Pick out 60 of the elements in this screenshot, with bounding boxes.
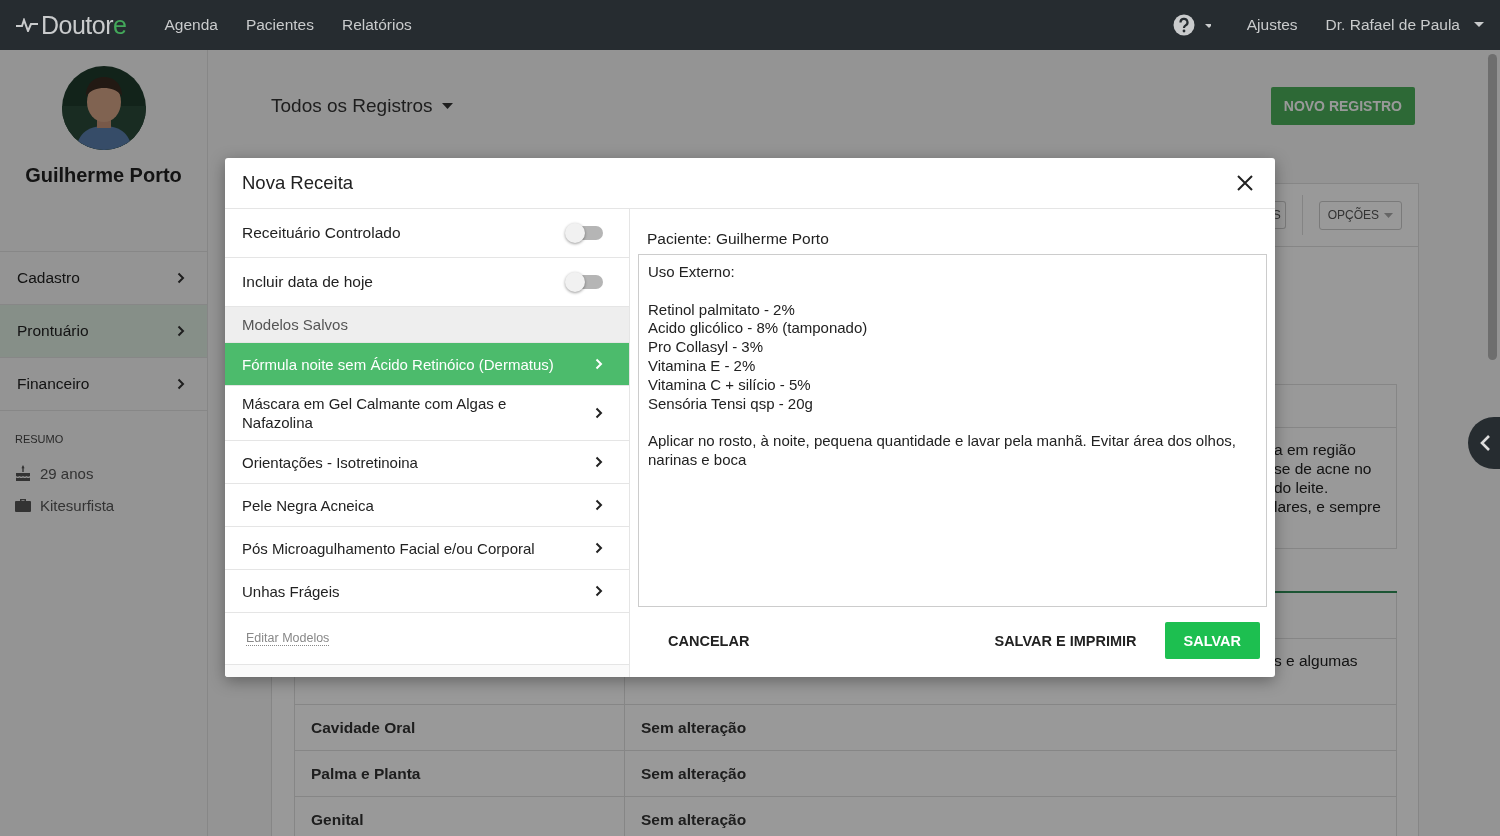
nav-link[interactable]: Agenda	[164, 16, 218, 34]
chevron-right-icon	[595, 407, 603, 419]
help-menu-button[interactable]	[1172, 14, 1211, 36]
cake-icon	[15, 465, 31, 481]
toggle-label: Incluir data de hoje	[242, 273, 373, 291]
table-cell-text: Sem alteração	[640, 763, 748, 784]
sidebar-item[interactable]: Prontuário	[0, 305, 207, 358]
cancel-button[interactable]: CANCELAR	[668, 622, 750, 659]
saved-template-item[interactable]: Orientações - Isotretinoina	[225, 441, 629, 484]
cell-text: a em região se de acne no do leite. lares, e sempre	[1274, 440, 1381, 516]
dialog-title: Nova Receita	[242, 172, 354, 194]
toggle-label: Receituário Controlado	[242, 224, 401, 242]
logo[interactable]: Doutore	[16, 10, 127, 40]
options-dropdown[interactable]: OPÇÕES	[1318, 200, 1402, 230]
chevron-right-icon	[177, 272, 185, 284]
nav-link[interactable]: Pacientes	[245, 16, 314, 34]
user-menu[interactable]: Dr. Rafael de Paula	[1325, 16, 1484, 34]
close-icon	[1237, 175, 1253, 191]
sidebar-item[interactable]: Financeiro	[0, 358, 207, 411]
toggle-switch[interactable]	[567, 275, 603, 289]
saved-template-item[interactable]: Pós Microagulhamento Facial e/ou Corporal	[225, 527, 629, 570]
caret-icon	[1474, 22, 1484, 28]
saved-template-item[interactable]: Unhas Frágeis	[225, 570, 629, 613]
summary-text: Kitesurfista	[40, 496, 115, 514]
logo-text: Doutore	[41, 10, 127, 40]
table-cell: Cavidade Oral	[295, 705, 625, 750]
chevron-right-icon	[595, 542, 603, 554]
cell-text: s e algumas	[1274, 651, 1358, 670]
edit-templates-link[interactable]: Editar Modelos	[246, 631, 330, 646]
save-and-print-button[interactable]: SALVAR E IMPRIMIR	[994, 622, 1137, 659]
caret-icon	[441, 103, 453, 109]
caret-icon	[1384, 212, 1393, 218]
saved-template-item[interactable]: Máscara em Gel Calmante com Algas e Nafazolina	[225, 386, 629, 441]
scrollbar[interactable]	[1488, 54, 1497, 360]
briefcase-icon	[15, 498, 31, 512]
saved-template-item[interactable]: Pele Negra Acneica	[225, 484, 629, 527]
table-cell-text: Sem alteração	[640, 717, 748, 738]
table-cell: Genital	[295, 797, 625, 836]
prescription-text-area[interactable]: Uso Externo: Retinol palmitato - 2% Acido glicólico - 8% (tamponado) Pro Collasyl - 3% Vitamina E - 2% Vitamina C + silício - 5% Sensória Tensi qsp - 20g Aplicar no rosto, à noite, pequena quantidade e lavar pela manhã. Evitar área dos olhos, narinas e boca	[638, 254, 1267, 607]
close-button[interactable]	[1237, 175, 1253, 191]
chevron-right-icon	[595, 358, 603, 370]
chevron-right-icon	[177, 325, 185, 337]
section-title: RESUMO	[15, 433, 65, 445]
section-header: Modelos Salvos	[225, 307, 629, 343]
chevron-right-icon	[595, 585, 603, 597]
help-icon	[1172, 14, 1211, 36]
settings-link[interactable]: Ajustes	[1246, 16, 1298, 34]
table-cell-text: Sem alteração	[640, 809, 748, 830]
pulse-icon	[16, 18, 38, 32]
summary-text: 29 anos	[40, 464, 94, 482]
chevron-right-icon	[595, 456, 603, 468]
records-filter-dropdown[interactable]: Todos os Registros	[271, 95, 453, 117]
patient-label: Paciente: Guilherme Porto	[647, 228, 830, 249]
chevron-right-icon	[595, 499, 603, 511]
chevron-right-icon	[177, 378, 185, 390]
nav-link[interactable]: Relatórios	[342, 16, 412, 34]
toggle-switch[interactable]	[567, 226, 603, 240]
table-cell: Palma e Planta	[295, 751, 625, 796]
chevron-left-icon	[1479, 434, 1491, 452]
patient-name: Guilherme Porto	[25, 164, 182, 187]
